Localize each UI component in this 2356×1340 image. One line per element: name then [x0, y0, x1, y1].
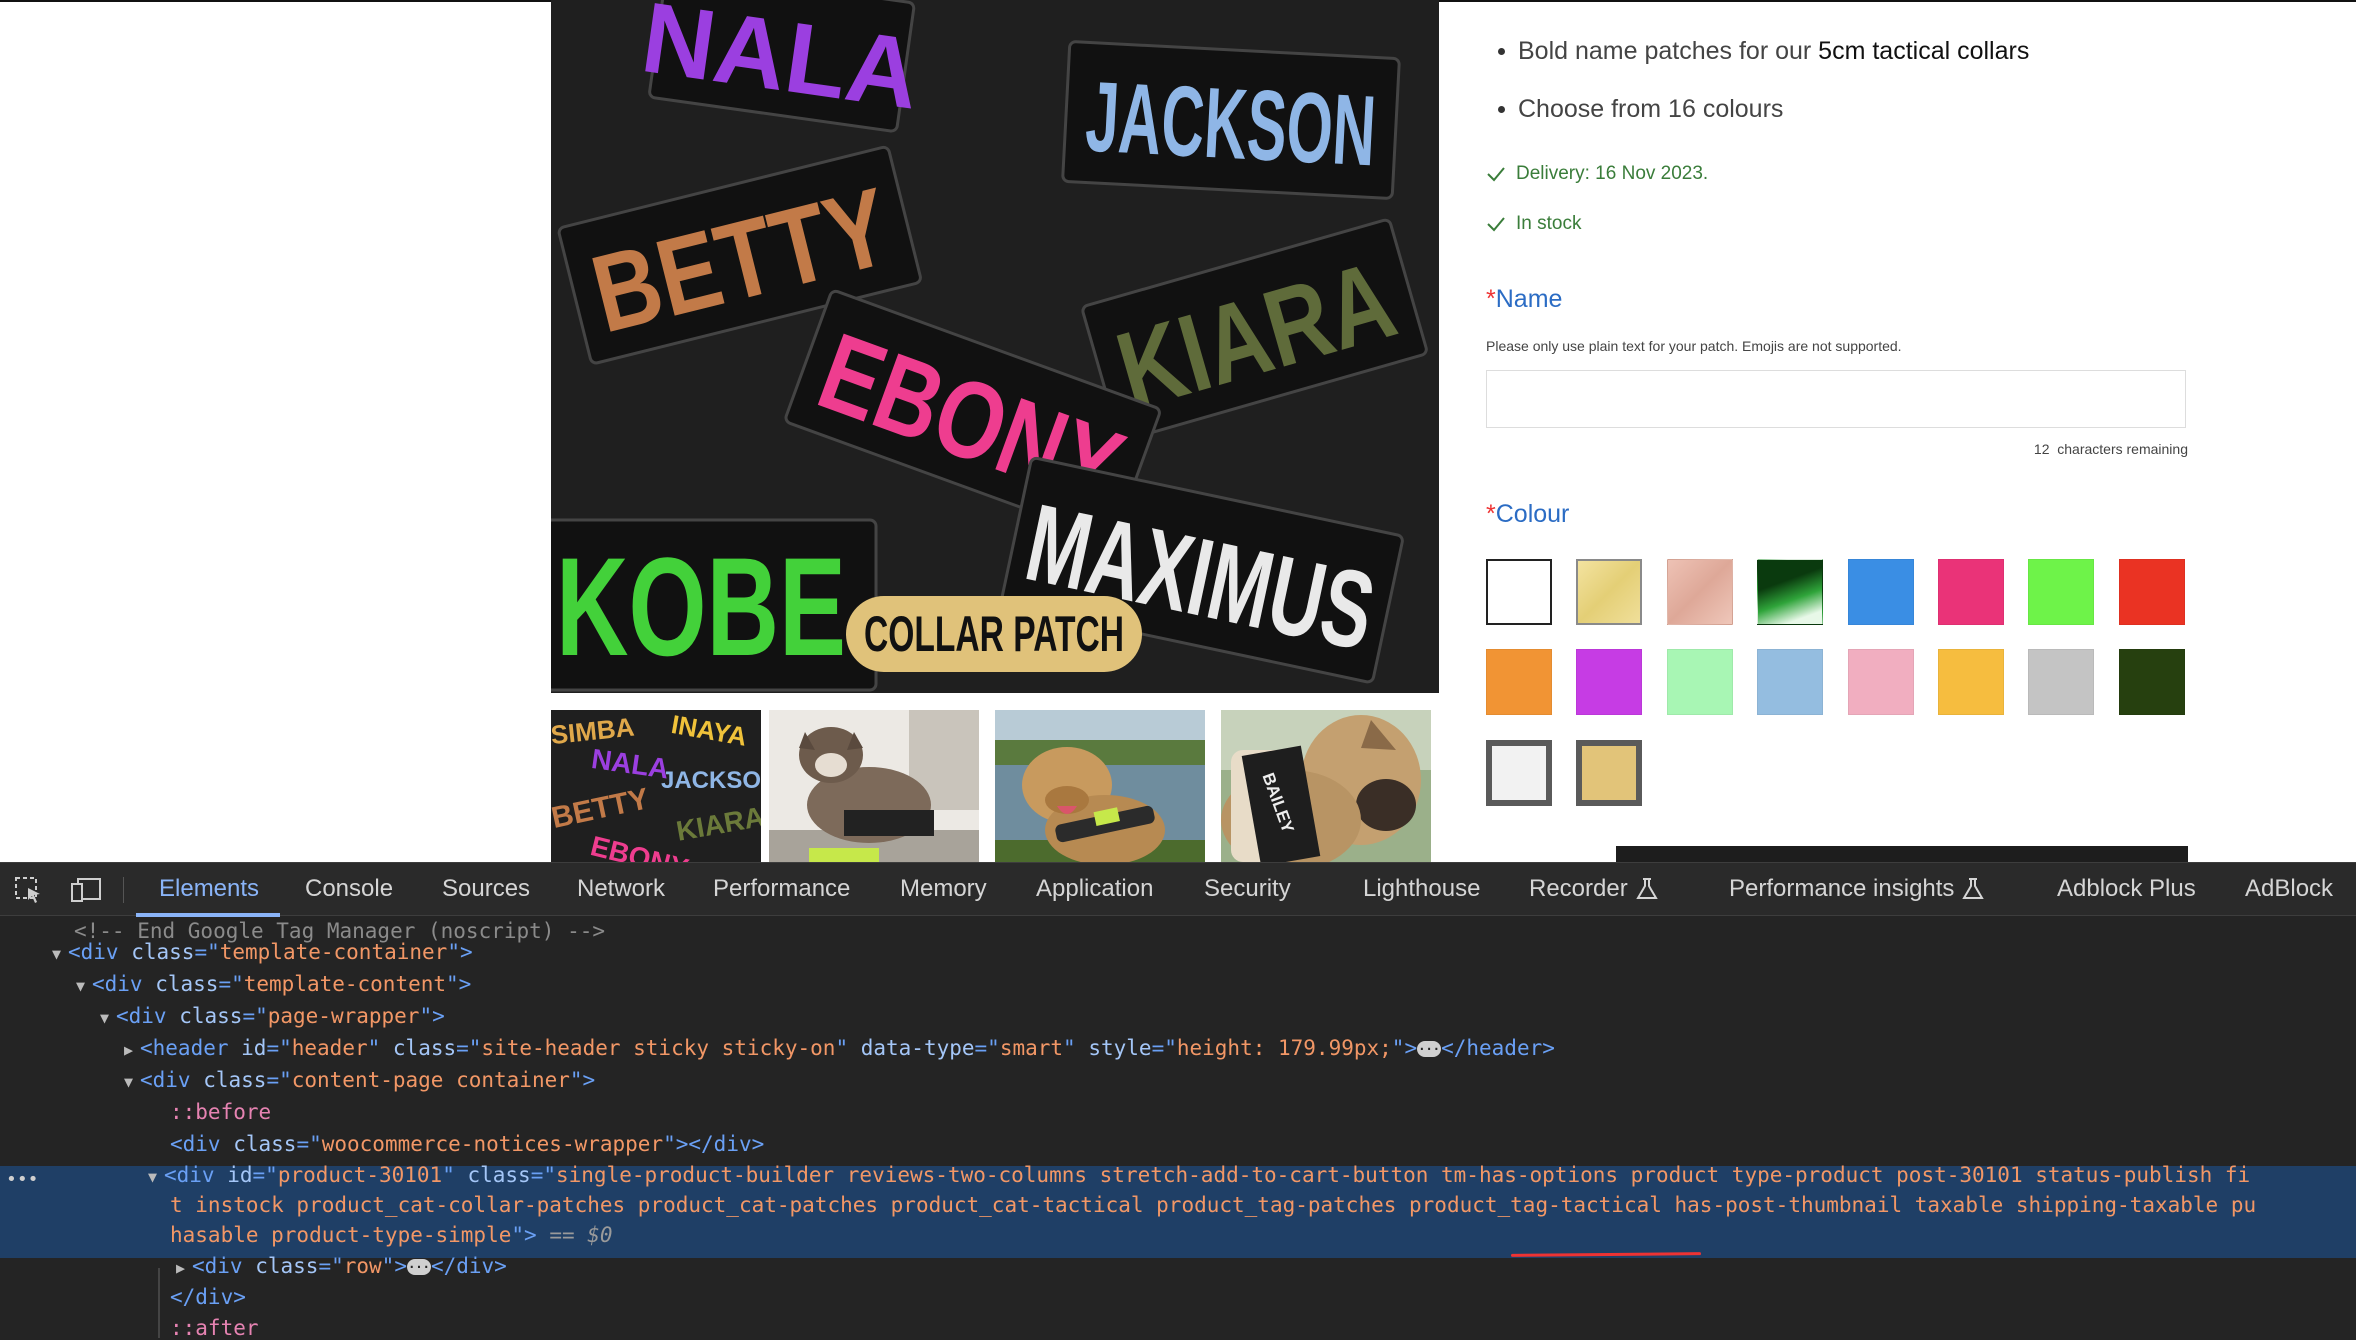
patch-jackson: JACKSON: [1061, 40, 1401, 200]
tab-application[interactable]: Application: [1036, 875, 1153, 903]
tab-console[interactable]: Console: [305, 875, 393, 903]
tab-label: Adblock Plus: [2057, 875, 2196, 902]
feature-item: Choose from 16 colours: [1486, 80, 2029, 138]
collapsed-children-icon[interactable]: ···: [406, 1259, 431, 1275]
elements-tree: ••• <!-- End Google Tag Manager (noscrip…: [0, 916, 2356, 1340]
tab-memory[interactable]: Memory: [900, 875, 987, 903]
thumbnail-2[interactable]: [769, 710, 979, 862]
colour-swatch-light-blue[interactable]: [1757, 649, 1823, 715]
tab-label: Performance: [713, 875, 851, 902]
tree-node-product-selected[interactable]: ▼ <div id="product-30101" class="single-p…: [148, 1160, 2356, 1191]
colour-swatch-lime[interactable]: [2028, 559, 2094, 625]
thumbnail-strip: SIMBA INAYA NALA JACKSON BETTY KIARA EBO…: [551, 710, 1439, 862]
tree-node-product-class-end: hasable product-type-simple"> == $0: [170, 1223, 613, 1247]
tab-label: AdBlock: [2245, 875, 2334, 902]
checkmark-icon: [1487, 167, 1505, 182]
tab-label: Application: [1036, 875, 1154, 902]
patch-kobe: KOBE: [551, 518, 878, 692]
tab-performance[interactable]: Performance: [713, 875, 850, 903]
tree-node-row[interactable]: ▶ <div class="row">···</div>: [176, 1251, 2356, 1282]
tree-node-close-div[interactable]: </div>: [170, 1282, 2356, 1313]
tab-label: Elements: [159, 875, 260, 902]
patch-collage-illustration: NALA JACKSON BETTY KIARA EBONY MAXIMUS K…: [551, 0, 1439, 693]
tab-label: Lighthouse: [1363, 875, 1481, 902]
checkmark-icon: [1487, 217, 1505, 232]
tree-node-header[interactable]: ▶ <header id="header" class="site-header …: [124, 1033, 2356, 1064]
tree-guide-line: [158, 1268, 160, 1338]
tree-node-product-class-continued: t instock product_cat-collar-patches pro…: [170, 1193, 2257, 1217]
collapsed-children-icon[interactable]: ···: [1417, 1041, 1442, 1057]
thumbnail-4[interactable]: BAILEY: [1221, 710, 1431, 862]
tab-label: Memory: [900, 875, 987, 902]
tab-lighthouse[interactable]: Lighthouse: [1363, 875, 1480, 903]
colour-swatch-gold[interactable]: [1576, 559, 1642, 625]
colour-swatch-white[interactable]: [1486, 559, 1552, 625]
tree-node-before[interactable]: ::before: [170, 1097, 2356, 1128]
colour-swatch-reflective-white[interactable]: [1486, 740, 1552, 806]
name-input[interactable]: [1486, 370, 2186, 428]
badge-text: COLLAR PATCH: [864, 606, 1124, 662]
tree-node-after[interactable]: ::after: [170, 1313, 2356, 1340]
colour-swatch-yellow[interactable]: [1938, 649, 2004, 715]
more-options-icon[interactable]: •••: [6, 1169, 39, 1190]
characters-remaining: 12 characters remaining: [2033, 441, 2188, 457]
tab-adblock[interactable]: AdBlock: [2245, 875, 2333, 903]
flask-icon: [1635, 878, 1658, 899]
feature-item: Bold name patches for our 5cm tactical c…: [1486, 22, 2029, 80]
tab-label: Sources: [442, 875, 531, 902]
toolbar-divider: [123, 877, 124, 903]
colour-swatch-grey[interactable]: [2028, 649, 2094, 715]
colour-swatch-dark-green[interactable]: [2119, 649, 2185, 715]
colour-swatch-mint[interactable]: [1667, 649, 1733, 715]
patch-text: KOBE: [556, 528, 846, 685]
tab-label: Console: [305, 875, 394, 902]
tab-label: Security: [1204, 875, 1291, 902]
colour-swatch-reflective-gold[interactable]: [1576, 740, 1642, 806]
tree-node-page-wrapper[interactable]: ▼ <div class="page-wrapper">: [100, 1001, 2356, 1032]
tab-elements[interactable]: Elements: [159, 875, 259, 903]
product-main-image[interactable]: NALA JACKSON BETTY KIARA EBONY MAXIMUS K…: [551, 0, 1439, 693]
device-toolbar-icon[interactable]: [70, 876, 101, 904]
tab-label: Recorder: [1529, 875, 1628, 902]
tree-node-content-page[interactable]: ▼ <div class="content-page container">: [124, 1065, 2356, 1096]
tab-security[interactable]: Security: [1204, 875, 1291, 903]
tree-node-template-content[interactable]: ▼ <div class="template-content">: [76, 969, 2356, 1000]
tab-network[interactable]: Network: [577, 875, 665, 903]
collar-patch-badge: COLLAR PATCH: [846, 596, 1142, 672]
delivery-status: Delivery: 16 Nov 2023.: [1486, 163, 1708, 185]
svg-text:JACKSON: JACKSON: [661, 767, 761, 794]
devtools-tabbar: Elements Console Sources Network Performance…: [0, 862, 2356, 917]
name-field-label: *Name: [1486, 285, 1563, 313]
tab-label: Network: [577, 875, 666, 902]
tab-adblock-plus[interactable]: Adblock Plus: [2057, 875, 2196, 903]
colour-swatch-grid: [1486, 559, 2190, 811]
colour-field-label: *Colour: [1486, 500, 1570, 528]
tab-performance-insights[interactable]: Performance insights: [1729, 875, 1985, 903]
devtools-panel: Elements Console Sources Network Performance…: [0, 862, 2356, 1340]
colour-swatch-red[interactable]: [2119, 559, 2185, 625]
colour-swatch-light-pink[interactable]: [1848, 649, 1914, 715]
patch-text: JACKSON: [1083, 60, 1378, 187]
add-to-cart-button[interactable]: [1616, 846, 2188, 862]
colour-swatch-pink[interactable]: [1938, 559, 2004, 625]
tab-recorder[interactable]: Recorder: [1529, 875, 1658, 903]
tab-label: Performance insights: [1729, 875, 1955, 902]
colour-swatch-purple[interactable]: [1576, 649, 1642, 715]
feature-list: Bold name patches for our 5cm tactical c…: [1486, 22, 2029, 138]
thumbnail-1[interactable]: SIMBA INAYA NALA JACKSON BETTY KIARA EBO…: [551, 710, 761, 862]
tree-node-notices[interactable]: <div class="woocommerce-notices-wrapper"…: [170, 1129, 2356, 1160]
flask-icon: [1962, 878, 1985, 899]
colour-swatch-rose-gold[interactable]: [1667, 559, 1733, 625]
stock-status: In stock: [1486, 213, 1581, 235]
colour-swatch-orange[interactable]: [1486, 649, 1552, 715]
inspect-element-icon[interactable]: [14, 876, 44, 904]
thumbnail-3[interactable]: [995, 710, 1205, 862]
colour-swatch-blue[interactable]: [1848, 559, 1914, 625]
tab-sources[interactable]: Sources: [442, 875, 530, 903]
name-field-hint: Please only use plain text for your patc…: [1486, 338, 1902, 354]
tree-node-template-container[interactable]: ▼ <div class="template-container">: [52, 937, 2356, 968]
colour-swatch-green-gradient[interactable]: [1757, 559, 1823, 625]
product-summary: Bold name patches for our 5cm tactical c…: [1486, 0, 2188, 862]
